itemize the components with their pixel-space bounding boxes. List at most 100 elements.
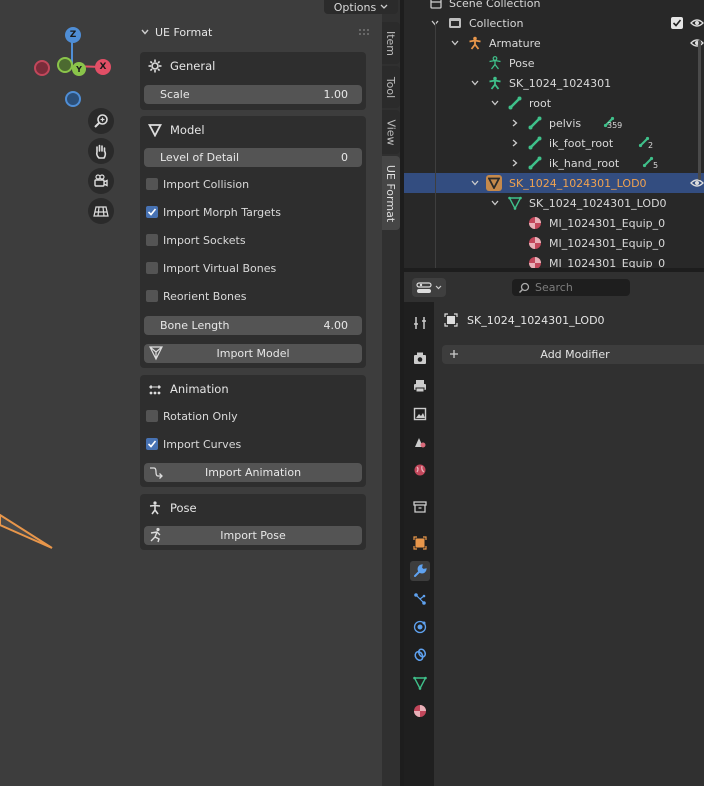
chevron-down-icon[interactable]	[490, 98, 500, 108]
eye-icon[interactable]	[690, 38, 704, 48]
tab-collection[interactable]	[410, 497, 430, 517]
physics-orbit-icon	[413, 620, 427, 634]
import-collision-checkbox[interactable]: Import Collision	[146, 175, 249, 193]
outliner-row-scene-collection[interactable]: Scene Collection	[404, 0, 704, 13]
bone-icon	[508, 96, 522, 110]
gizmo-neg-x-axis[interactable]	[34, 60, 50, 76]
import-curves-checkbox[interactable]: Import Curves	[146, 435, 241, 453]
checkbox-box	[146, 262, 158, 274]
scale-field[interactable]: Scale 1.00	[144, 85, 362, 104]
animation-section-header[interactable]: Animation	[140, 375, 366, 403]
tab-particles[interactable]	[410, 589, 430, 609]
chevron-down-icon[interactable]	[490, 198, 500, 208]
mesh-data-icon	[508, 196, 522, 210]
tab-object[interactable]	[410, 533, 430, 553]
tab-constraints[interactable]	[410, 645, 430, 665]
outliner-row-lod0-mesh[interactable]: SK_1024_1024301_LOD0	[404, 193, 704, 213]
import-model-button[interactable]: Import Model	[144, 344, 362, 363]
chevron-right-icon[interactable]	[510, 138, 520, 148]
outliner-row-armature[interactable]: Armature	[404, 33, 704, 53]
outliner-row-ik-hand-root[interactable]: ik_hand_root 5	[404, 153, 704, 173]
tab-view[interactable]: View	[382, 110, 400, 154]
chevron-right-icon[interactable]	[510, 118, 520, 128]
import-animation-button[interactable]: Import Animation	[144, 463, 362, 482]
tab-object-data[interactable]	[410, 673, 430, 693]
import-pose-label: Import Pose	[220, 529, 286, 542]
properties-tabs	[404, 302, 434, 786]
outliner-row-pelvis-bone[interactable]: pelvis 359	[404, 113, 704, 133]
outliner-row-collection[interactable]: Collection	[404, 13, 704, 33]
panel-header[interactable]: UE Format	[134, 22, 370, 42]
chevron-down-icon	[380, 4, 388, 9]
pose-title: Pose	[170, 501, 197, 515]
scrollbar[interactable]	[698, 40, 701, 180]
add-modifier-button[interactable]: Add Modifier	[442, 345, 704, 364]
tab-view-layer[interactable]	[410, 404, 430, 424]
outliner-row-pose[interactable]: Pose	[404, 53, 704, 73]
pose-section-header[interactable]: Pose	[140, 494, 366, 522]
bone-length-field[interactable]: Bone Length 4.00	[144, 316, 362, 335]
outliner-row-skeleton[interactable]: SK_1024_1024301	[404, 73, 704, 93]
scene-collection-icon	[430, 0, 442, 9]
search-input[interactable]: Search	[512, 279, 630, 296]
import-sockets-checkbox[interactable]: Import Sockets	[146, 231, 246, 249]
editor-type-dropdown[interactable]	[412, 278, 446, 297]
outliner-row-ik-foot-root[interactable]: ik_foot_root 2	[404, 133, 704, 153]
tab-material[interactable]	[410, 701, 430, 721]
tab-modifiers[interactable]	[410, 561, 430, 581]
level-of-detail-field[interactable]: Level of Detail 0	[144, 148, 362, 167]
model-section-header[interactable]: Model	[140, 116, 366, 144]
tab-physics[interactable]	[410, 617, 430, 637]
import-pose-button[interactable]: Import Pose	[144, 526, 362, 545]
import-virtual-bones-checkbox[interactable]: Import Virtual Bones	[146, 259, 276, 277]
chevron-down-icon[interactable]	[470, 178, 480, 188]
outliner-row-lod0-object[interactable]: SK_1024_1024301_LOD0	[404, 173, 704, 193]
tab-render[interactable]	[410, 348, 430, 368]
gizmo-z-axis[interactable]: Z	[65, 27, 81, 43]
world-icon	[414, 464, 426, 476]
tab-tool[interactable]: Tool	[382, 66, 400, 108]
tree-guide-line	[435, 22, 436, 270]
import-morph-targets-checkbox[interactable]: Import Morph Targets	[146, 203, 281, 221]
tab-tool-properties[interactable]	[410, 313, 430, 333]
lod0-object-label: SK_1024_1024301_LOD0	[509, 176, 647, 190]
collection-icon	[449, 18, 461, 28]
outliner-row-material[interactable]: MI_1024301_Equip_0	[404, 233, 704, 253]
general-section-header[interactable]: General	[140, 52, 366, 80]
pan-button[interactable]	[88, 138, 114, 164]
tab-output[interactable]	[410, 376, 430, 396]
gizmo-x-axis[interactable]: X	[95, 59, 111, 75]
tab-item[interactable]: Item	[382, 22, 400, 64]
camera-view-button[interactable]	[88, 168, 114, 194]
gizmo-neg-z-axis[interactable]	[65, 91, 81, 107]
eye-icon[interactable]	[690, 178, 704, 188]
tab-ue-format[interactable]: UE Format	[382, 156, 400, 230]
tab-scene[interactable]	[410, 432, 430, 452]
outliner-row-material[interactable]: MI_1024301_Equip_0	[404, 213, 704, 233]
checkbox-box	[146, 234, 158, 246]
lod0-mesh-label: SK_1024_1024301_LOD0	[529, 196, 667, 210]
exclude-checkbox[interactable]	[671, 17, 683, 29]
mesh-triangle-icon	[146, 121, 164, 139]
eye-icon[interactable]	[690, 18, 704, 28]
options-dropdown[interactable]: Options	[324, 0, 398, 14]
zoom-button[interactable]	[88, 108, 114, 134]
scene-icon	[415, 438, 426, 448]
checkmark-icon	[147, 208, 157, 216]
drag-handle-icon[interactable]	[358, 28, 370, 36]
import-virtual-bones-label: Import Virtual Bones	[163, 261, 277, 275]
panel-title: UE Format	[155, 25, 213, 39]
material-label: MI_1024301_Equip_0	[549, 236, 666, 250]
import-morph-targets-label: Import Morph Targets	[163, 205, 281, 219]
chevron-down-icon[interactable]	[470, 78, 480, 88]
reorient-bones-checkbox[interactable]: Reorient Bones	[146, 287, 247, 305]
gizmo-neg-y-axis[interactable]	[57, 57, 73, 73]
outliner-row-root-bone[interactable]: root	[404, 93, 704, 113]
tab-world[interactable]	[410, 460, 430, 480]
ortho-toggle-button[interactable]	[88, 198, 114, 224]
gizmo-y-axis[interactable]: Y	[72, 62, 86, 76]
chevron-right-icon[interactable]	[510, 158, 520, 168]
rotation-only-checkbox[interactable]: Rotation Only	[146, 407, 238, 425]
chevron-down-icon[interactable]	[450, 38, 460, 48]
import-sockets-label: Import Sockets	[163, 233, 246, 247]
